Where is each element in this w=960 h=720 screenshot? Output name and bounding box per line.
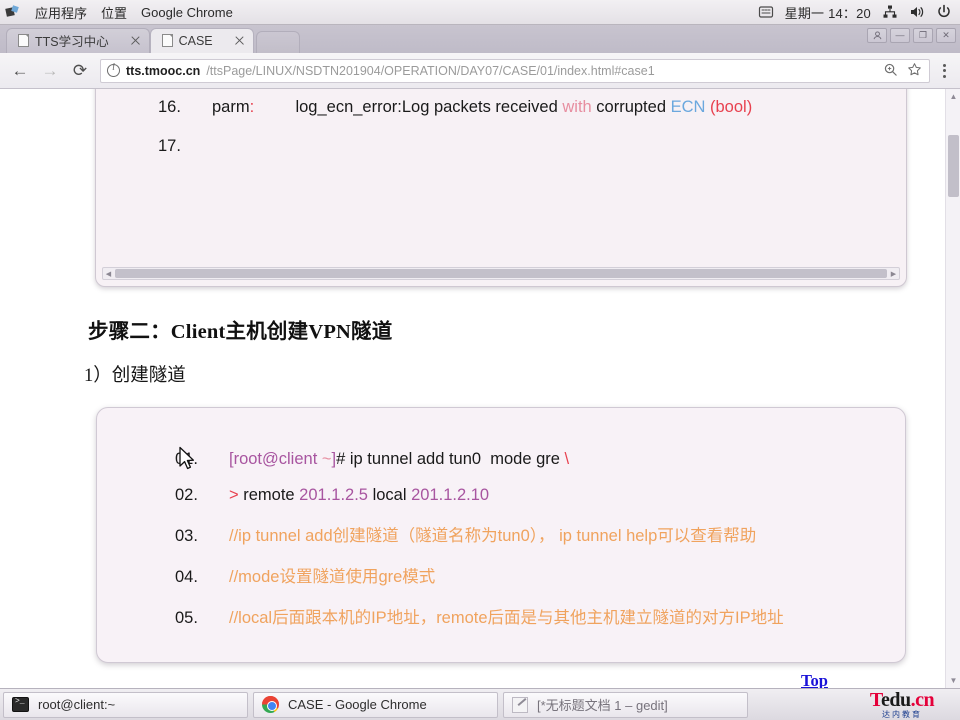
menu-places[interactable]: 位置: [101, 3, 127, 22]
network-icon[interactable]: [882, 4, 898, 20]
line-number: 04.: [175, 568, 198, 586]
reload-button[interactable]: ⟳: [66, 57, 94, 85]
page-content: 16. parm: log_ecn_error:Log packets rece…: [0, 89, 945, 688]
tedu-logo: Tedu.cn 达内教育: [846, 690, 958, 720]
code-line: 04. //mode设置隧道使用gre模式: [175, 563, 905, 587]
browser-toolbar: ← → ⟳ tts.tmooc.cn /ttsPage/LINUX/NSDTN2…: [0, 53, 960, 89]
new-tab-button[interactable]: [255, 31, 300, 53]
code-line: 03. //ip tunnel add创建隧道（隧道名称为tun0）， ip t…: [175, 522, 905, 546]
logo-part-t: T: [869, 689, 882, 711]
code-horizontal-scrollbar[interactable]: ◀ ▶: [102, 267, 900, 280]
top-anchor-link[interactable]: Top: [801, 671, 828, 688]
menu-google-chrome[interactable]: Google Chrome: [141, 5, 233, 20]
code-block-previous: 16. parm: log_ecn_error:Log packets rece…: [95, 89, 907, 287]
desktop-top-panel: 应用程序 位置 Google Chrome 星期一 14：20: [0, 0, 960, 25]
gedit-icon: [512, 696, 528, 713]
line-content: //local后面跟本机的IP地址，remote后面是与其他主机建立隧道的对方I…: [229, 609, 784, 627]
line-number: 02.: [175, 486, 198, 504]
taskbar-item-chrome[interactable]: CASE - Google Chrome: [253, 691, 498, 718]
power-icon[interactable]: [936, 4, 952, 20]
line-content: [root@client ~]# ip tunnel add tun0 mode…: [229, 450, 570, 468]
code-line: 01. [root@client ~]# ip tunnel add tun0 …: [175, 450, 905, 469]
address-bar[interactable]: tts.tmooc.cn /ttsPage/LINUX/NSDTN201904/…: [100, 58, 930, 83]
sub-heading-1: 1）创建隧道: [84, 366, 186, 386]
applications-logo-icon: [6, 6, 21, 19]
line-content: //mode设置隧道使用gre模式: [229, 568, 436, 586]
maximize-button[interactable]: ❐: [913, 28, 933, 43]
logo-part-edu: edu: [880, 689, 911, 711]
line-number: 05.: [175, 609, 198, 627]
page-vertical-scrollbar[interactable]: ▲ ▼: [945, 89, 960, 688]
scroll-down-icon[interactable]: ▼: [946, 673, 960, 688]
url-host: tts.tmooc.cn: [126, 63, 201, 78]
chrome-icon: [262, 696, 279, 713]
volume-icon[interactable]: [909, 4, 925, 20]
window-controls: — ❐ ✕: [867, 28, 956, 43]
back-button[interactable]: ←: [6, 57, 34, 85]
logo-subtitle: 达内教育: [882, 710, 922, 719]
tab-close-icon[interactable]: [233, 34, 246, 47]
close-button[interactable]: ✕: [936, 28, 956, 43]
page-favicon-icon: [161, 34, 173, 47]
zoom-icon[interactable]: [883, 62, 898, 80]
minimize-button[interactable]: —: [890, 28, 910, 43]
tab-tts-learning-center[interactable]: TTS学习中心: [6, 28, 150, 53]
panel-menu-group: 应用程序 位置 Google Chrome: [0, 3, 233, 22]
line-number: 03.: [175, 527, 198, 545]
page-favicon-icon: [18, 34, 29, 47]
tab-title: TTS学习中心: [35, 35, 109, 49]
line-content: > remote 201.1.2.5 local 201.1.2.10: [229, 486, 490, 504]
taskbar-item-terminal[interactable]: root@client:~: [3, 691, 248, 718]
code-line: 05. //local后面跟本机的IP地址，remote后面是与其他主机建立隧道…: [175, 604, 905, 628]
bookmark-star-icon[interactable]: [907, 62, 922, 80]
tab-close-icon[interactable]: [129, 34, 142, 47]
chrome-menu-icon[interactable]: [934, 63, 954, 78]
browser-tabstrip: TTS学习中心 CASE — ❐ ✕: [0, 25, 960, 53]
terminal-icon: [12, 697, 29, 712]
code-lines-previous: 16. parm: log_ecn_error:Log packets rece…: [96, 89, 906, 156]
desktop-taskbar: root@client:~ CASE - Google Chrome [*无标题…: [0, 688, 960, 720]
page-section-heading: 步骤二：Client主机创建VPN隧道: [88, 321, 393, 343]
scroll-thumb[interactable]: [948, 135, 959, 197]
chrome-browser-window: TTS学习中心 CASE — ❐ ✕ ← → ⟳ tts.tmooc.cn /t…: [0, 25, 960, 688]
scroll-thumb[interactable]: [115, 269, 887, 278]
site-info-icon[interactable]: [107, 62, 120, 77]
scroll-left-icon[interactable]: ◀: [103, 270, 114, 278]
taskbar-item-label: [*无标题文档 1 – gedit]: [537, 698, 668, 713]
tab-title: CASE: [178, 33, 213, 48]
code-line: 17.: [158, 137, 906, 156]
line-number: 17.: [158, 137, 181, 155]
page-viewport: 16. parm: log_ecn_error:Log packets rece…: [0, 89, 960, 688]
clock-label[interactable]: 星期一 14：20: [785, 3, 871, 22]
code-line: 16. parm: log_ecn_error:Log packets rece…: [158, 98, 906, 117]
panel-tray-group: 星期一 14：20: [758, 3, 960, 22]
profile-button[interactable]: [867, 28, 887, 43]
code-block-create-tunnel: 01. [root@client ~]# ip tunnel add tun0 …: [96, 407, 906, 663]
scroll-right-icon[interactable]: ▶: [888, 270, 899, 278]
menu-applications[interactable]: 应用程序: [35, 3, 87, 22]
scroll-up-icon[interactable]: ▲: [946, 89, 960, 104]
line-content: parm: log_ecn_error:Log packets received…: [212, 98, 753, 116]
taskbar-item-label: root@client:~: [38, 697, 116, 712]
taskbar-item-label: CASE - Google Chrome: [288, 697, 427, 712]
line-content: //ip tunnel add创建隧道（隧道名称为tun0）， ip tunne…: [229, 527, 757, 545]
code-line: 02. > remote 201.1.2.5 local 201.1.2.10: [175, 486, 905, 505]
url-path: /ttsPage/LINUX/NSDTN201904/OPERATION/DAY…: [206, 63, 655, 78]
forward-button[interactable]: →: [36, 57, 64, 85]
tab-case[interactable]: CASE: [149, 28, 254, 53]
line-number: 16.: [158, 98, 181, 116]
mouse-cursor: [179, 446, 195, 470]
input-method-icon[interactable]: [758, 4, 774, 20]
logo-part-cn: .cn: [910, 689, 935, 711]
taskbar-item-gedit[interactable]: [*无标题文档 1 – gedit]: [503, 691, 748, 718]
code-lines: 01. [root@client ~]# ip tunnel add tun0 …: [97, 408, 905, 628]
